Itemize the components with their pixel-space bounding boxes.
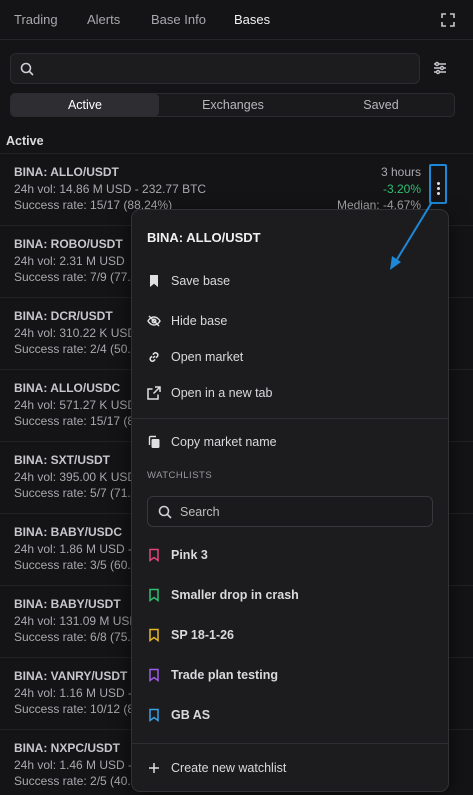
watchlist-label: Pink 3 bbox=[171, 548, 208, 562]
row-volume: 24h vol: 1.86 M USD - bbox=[14, 542, 133, 556]
tab-base-info[interactable]: Base Info bbox=[151, 12, 206, 27]
fullscreen-icon[interactable] bbox=[441, 13, 455, 27]
row-pair: BINA: BABY/USDT bbox=[14, 597, 121, 611]
row-volume: 24h vol: 131.09 M USD bbox=[14, 614, 139, 628]
row-volume: 24h vol: 571.27 K USD bbox=[14, 398, 137, 412]
watchlist-label: Smaller drop in crash bbox=[171, 588, 299, 602]
kebab-dot bbox=[437, 187, 440, 190]
row-pair: BINA: ALLO/USDT bbox=[14, 165, 119, 179]
row-volume: 24h vol: 2.31 M USD bbox=[14, 254, 125, 268]
menu-item-label: Create new watchlist bbox=[171, 761, 287, 775]
plus-icon bbox=[149, 763, 159, 773]
menu-divider bbox=[132, 418, 448, 419]
menu-item-save-base[interactable]: Save base bbox=[147, 272, 230, 290]
watchlist-item-gb-as[interactable]: GB AS bbox=[147, 706, 210, 724]
segment-saved[interactable]: Saved bbox=[307, 94, 455, 116]
watchlist-label: SP 18-1-26 bbox=[171, 628, 235, 642]
bookmark-outline-icon bbox=[149, 708, 159, 722]
row-pair: BINA: ALLO/USDC bbox=[14, 381, 121, 395]
menu-item-hide-base[interactable]: Hide base bbox=[147, 312, 227, 330]
search-icon bbox=[20, 62, 34, 76]
row-success-rate: Success rate: 5/7 (71. bbox=[14, 486, 131, 500]
segment-active[interactable]: Active bbox=[11, 94, 159, 116]
row-pair: BINA: SXT/USDT bbox=[14, 453, 110, 467]
menu-item-open-new-tab[interactable]: Open in a new tab bbox=[147, 384, 272, 402]
menu-item-copy-market-name[interactable]: Copy market name bbox=[147, 433, 277, 451]
watchlist-item-pink-3[interactable]: Pink 3 bbox=[147, 546, 208, 564]
row-volume: 24h vol: 14.86 M USD - 232.77 BTC bbox=[14, 182, 207, 196]
section-title: Active bbox=[6, 134, 44, 148]
row-volume: 24h vol: 1.16 M USD - bbox=[14, 686, 133, 700]
top-tab-bar: Trading Alerts Base Info Bases bbox=[0, 0, 473, 40]
row-pair: BINA: BABY/USDC bbox=[14, 525, 122, 539]
row-volume: 24h vol: 310.22 K USD bbox=[14, 326, 137, 340]
row-success-rate: Success rate: 2/5 (40. bbox=[14, 774, 131, 788]
menu-title: BINA: ALLO/USDT bbox=[147, 230, 261, 245]
row-success-rate: Success rate: 6/8 (75. bbox=[14, 630, 131, 644]
row-pair: BINA: NXPC/USDT bbox=[14, 741, 121, 755]
kebab-dot bbox=[437, 192, 440, 195]
row-pair: BINA: ROBO/USDT bbox=[14, 237, 123, 251]
search-icon bbox=[158, 505, 172, 519]
search-input[interactable] bbox=[10, 53, 420, 84]
watchlist-label: Trade plan testing bbox=[171, 668, 278, 682]
tab-trading[interactable]: Trading bbox=[14, 12, 58, 27]
row-success-rate: Success rate: 3/5 (60. bbox=[14, 558, 131, 572]
row-success-rate: Success rate: 10/12 (8 bbox=[14, 702, 135, 716]
row-volume: 24h vol: 1.46 M USD - bbox=[14, 758, 133, 772]
context-menu: BINA: ALLO/USDT Save base Hide base Open… bbox=[131, 209, 449, 792]
row-success-rate: Success rate: 15/17 (8 bbox=[14, 414, 135, 428]
bookmark-outline-icon bbox=[149, 668, 159, 682]
watchlist-label: GB AS bbox=[171, 708, 211, 722]
menu-item-label: Open market bbox=[171, 350, 244, 364]
menu-item-label: Save base bbox=[171, 274, 231, 288]
row-volume: 24h vol: 395.00 K USD bbox=[14, 470, 137, 484]
menu-item-label: Open in a new tab bbox=[171, 386, 273, 400]
row-success-rate: Success rate: 2/4 (50. bbox=[14, 342, 131, 356]
watchlist-item-smaller-drop[interactable]: Smaller drop in crash bbox=[147, 586, 299, 604]
filter-settings-icon[interactable] bbox=[433, 61, 447, 75]
more-options-button[interactable] bbox=[429, 164, 447, 204]
segment-exchanges[interactable]: Exchanges bbox=[159, 94, 307, 116]
view-segmented-control: Active Exchanges Saved bbox=[10, 93, 455, 117]
watchlist-search-input[interactable]: Search bbox=[147, 496, 433, 527]
create-watchlist-button[interactable]: Create new watchlist bbox=[147, 759, 286, 777]
tab-alerts[interactable]: Alerts bbox=[87, 12, 120, 27]
bookmark-outline-icon bbox=[149, 548, 159, 562]
menu-item-label: Copy market name bbox=[171, 435, 277, 449]
watchlist-search-placeholder: Search bbox=[180, 505, 220, 519]
row-time: 3 hours bbox=[380, 165, 421, 179]
menu-item-label: Hide base bbox=[171, 314, 228, 328]
kebab-dot bbox=[437, 182, 440, 185]
link-icon bbox=[149, 352, 159, 362]
bookmark-outline-icon bbox=[149, 628, 159, 642]
eye-off-icon bbox=[147, 315, 161, 327]
row-change: -3.20% bbox=[382, 182, 421, 196]
watchlist-item-sp[interactable]: SP 18-1-26 bbox=[147, 626, 234, 644]
bookmark-icon bbox=[150, 275, 158, 287]
watchlist-item-trade-plan[interactable]: Trade plan testing bbox=[147, 666, 278, 684]
row-pair: BINA: VANRY/USDT bbox=[14, 669, 128, 683]
row-pair: BINA: DCR/USDT bbox=[14, 309, 113, 323]
bookmark-outline-icon bbox=[149, 588, 159, 602]
external-link-icon bbox=[147, 386, 161, 400]
menu-divider bbox=[132, 743, 448, 744]
row-success-rate: Success rate: 7/9 (77. bbox=[14, 270, 131, 284]
tab-bases[interactable]: Bases bbox=[234, 12, 270, 27]
watchlists-heading: WATCHLISTS bbox=[147, 470, 213, 481]
menu-item-open-market[interactable]: Open market bbox=[147, 348, 243, 366]
copy-icon bbox=[148, 435, 160, 448]
